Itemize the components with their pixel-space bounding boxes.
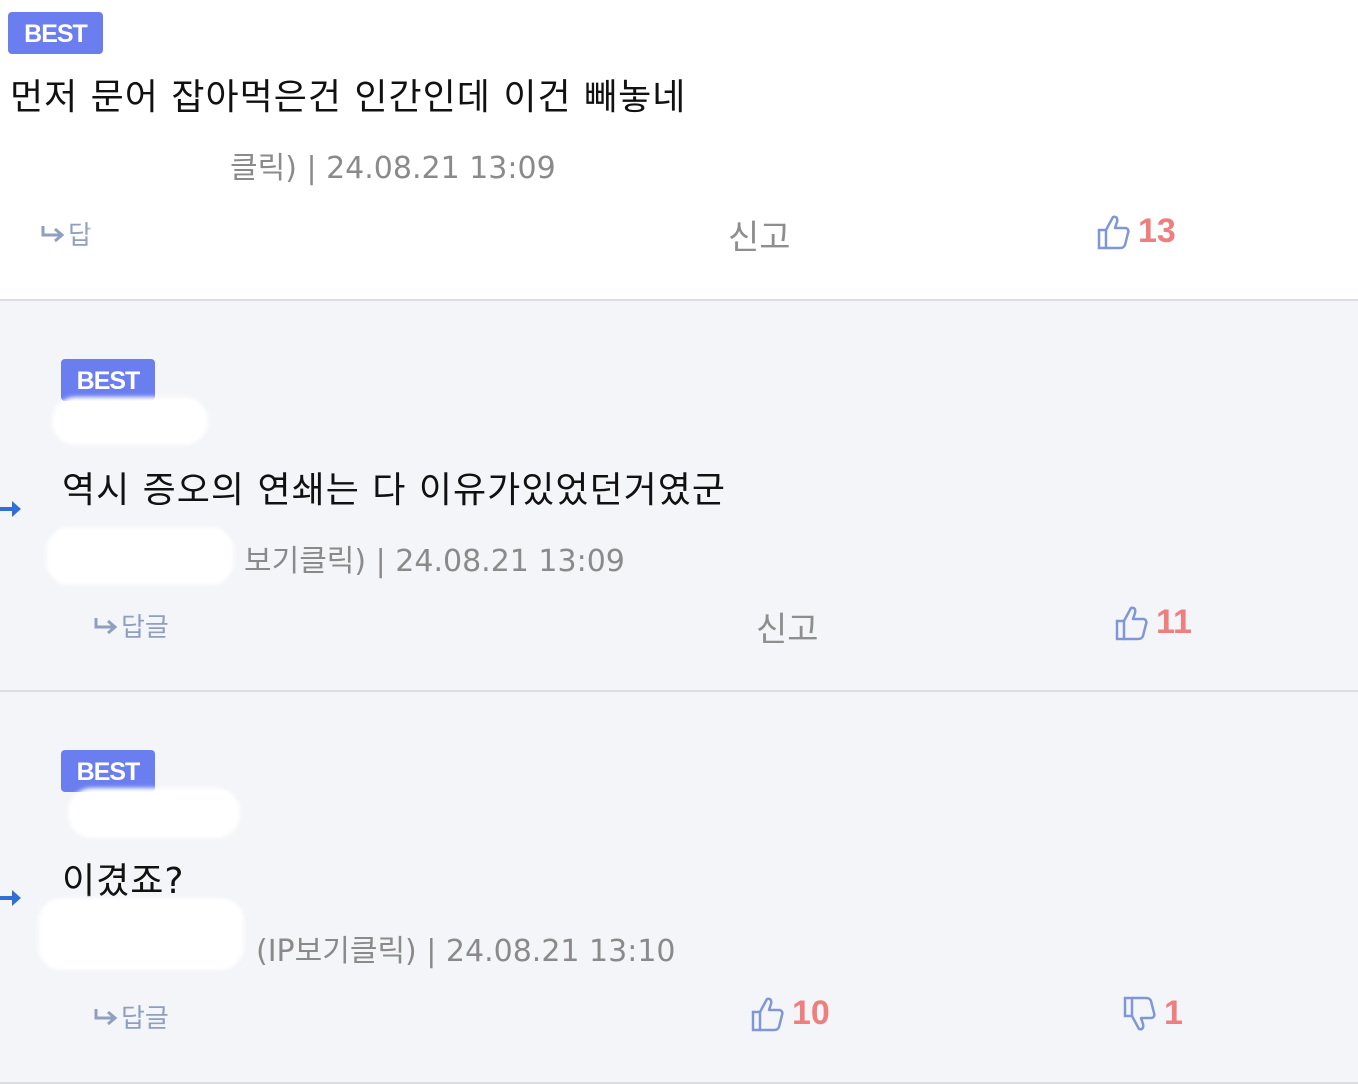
reply-arrow-icon [40,219,66,249]
comment-item: BEST 먼저 문어 잡아먹은건 인간인데 이건 빼놓네 클릭) | 24.08… [0,0,1358,301]
redacted-author [52,397,208,445]
comment-meta: 클릭) | 24.08.21 13:09 [230,151,556,186]
upvote-count: 13 [1138,212,1176,250]
downvote-count: 1 [1164,994,1183,1032]
reply-arrow-icon [93,611,119,641]
upvote-count: 10 [792,994,830,1032]
thumbs-up-icon [1096,214,1130,250]
reply-button[interactable]: 답글 [93,998,169,1035]
thumbs-down-icon [1122,996,1156,1032]
redacted-author-meta [46,527,234,585]
best-badge: BEST [61,750,155,792]
comment-meta: 보기클릭) | 24.08.21 13:09 [244,544,625,579]
comment-text: 먼저 문어 잡아먹은건 인간인데 이건 빼놓네 [10,77,687,118]
reply-button[interactable]: 답글 [93,607,169,644]
comment-text: 이겼죠? [62,861,185,902]
downvote-button[interactable]: 1 [1122,994,1183,1033]
reply-button[interactable]: 답 [40,215,92,252]
best-badge: BEST [8,12,103,54]
upvote-button[interactable]: 11 [1114,603,1192,642]
upvote-button[interactable]: 10 [750,994,830,1033]
reply-label: 답글 [121,613,169,643]
nested-reply-arrow-icon [0,886,22,914]
comment-item: BEST 이겼죠? (IP보기클릭) | 24.08.21 13:10 답글 1… [0,692,1358,1084]
upvote-count: 11 [1156,603,1192,641]
comment-text: 역시 증오의 연쇄는 다 이유가있었던거였군 [62,470,726,511]
reply-label: 답 [68,221,92,251]
report-button[interactable]: 신고 [728,210,791,259]
report-button[interactable]: 신고 [756,602,819,651]
redacted-author [6,134,234,184]
comment-item: BEST 역시 증오의 연쇄는 다 이유가있었던거였군 보기클릭) | 24.0… [0,301,1358,692]
thumbs-up-icon [1114,605,1148,641]
comment-meta: (IP보기클릭) | 24.08.21 13:10 [256,934,676,969]
redacted-author [68,788,240,838]
reply-arrow-icon [93,1002,119,1032]
nested-reply-arrow-icon [0,497,22,525]
best-badge: BEST [61,359,155,401]
redacted-overlay [90,214,122,260]
thumbs-up-icon [750,996,784,1032]
redacted-author-meta [38,898,244,970]
upvote-button[interactable]: 13 [1096,212,1176,251]
reply-label: 답글 [121,1004,169,1034]
